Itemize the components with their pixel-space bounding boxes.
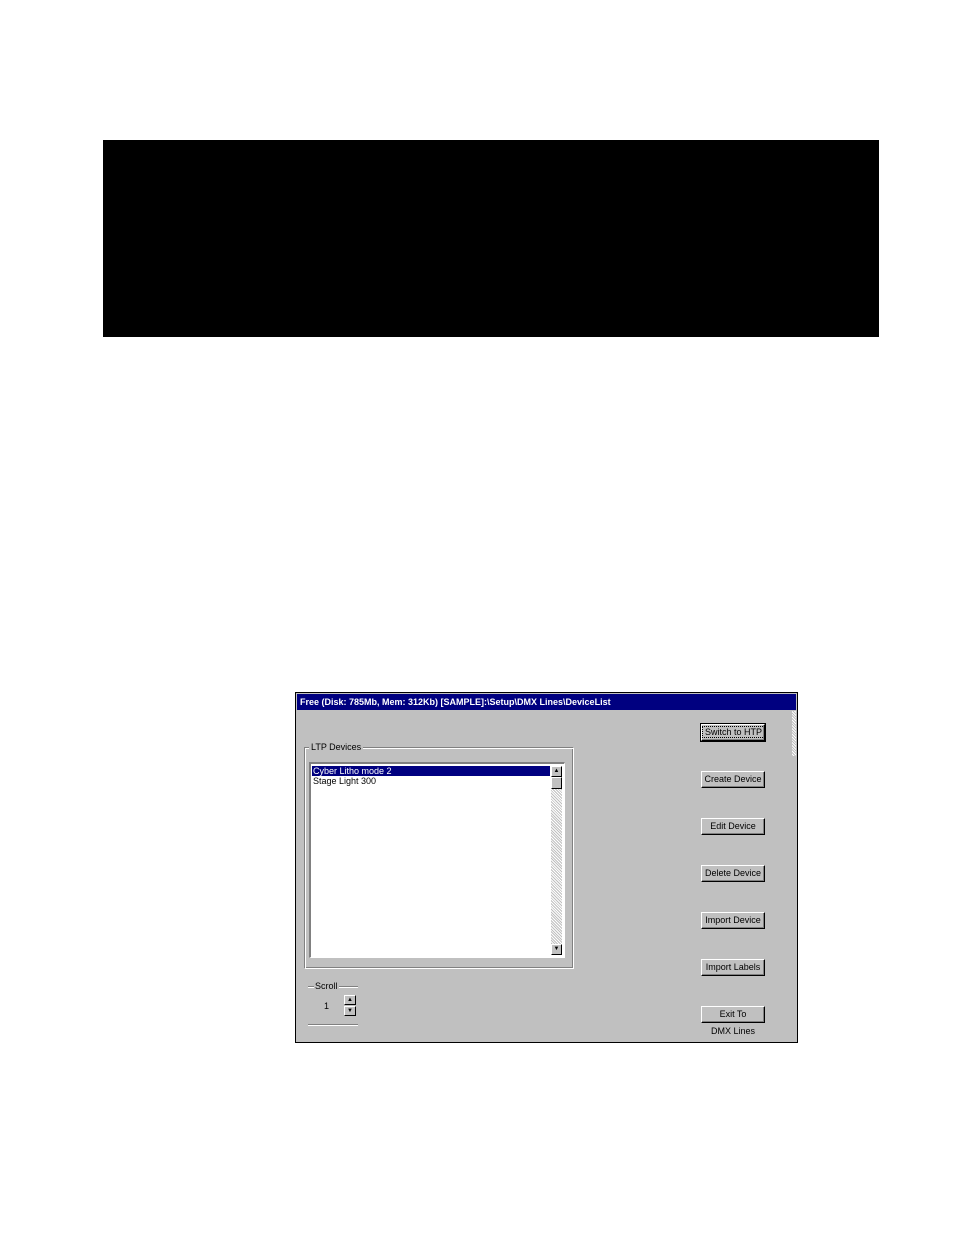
device-list-window: Free (Disk: 785Mb, Mem: 312Kb) [SAMPLE]:… <box>295 692 798 1043</box>
window-titlebar: Free (Disk: 785Mb, Mem: 312Kb) [SAMPLE]:… <box>297 694 796 710</box>
scrollbar-thumb[interactable] <box>551 777 562 789</box>
scroll-label: Scroll <box>314 981 339 991</box>
scroll-group-divider-bottom <box>308 1024 358 1026</box>
exit-to-button[interactable]: Exit To <box>701 1006 765 1023</box>
create-device-button[interactable]: Create Device <box>701 771 765 788</box>
switch-to-htp-button[interactable]: Switch to HTP <box>700 723 766 742</box>
exit-to-caption: DMX Lines <box>710 1026 755 1036</box>
edit-device-button[interactable]: Edit Device <box>701 818 765 835</box>
listbox-scrollbar[interactable]: ▲ ▼ <box>551 766 562 955</box>
delete-device-button[interactable]: Delete Device <box>701 865 765 882</box>
scroll-down-arrow-icon[interactable]: ▼ <box>551 944 562 955</box>
switch-to-htp-label: Switch to HTP <box>702 726 766 738</box>
import-device-button[interactable]: Import Device <box>701 912 765 929</box>
spin-up-arrow-icon[interactable]: ▲ <box>344 995 356 1005</box>
list-item[interactable]: Stage Light 300 <box>312 776 550 786</box>
ltp-devices-label: LTP Devices <box>309 742 364 753</box>
scroll-group: Scroll 1 ▲ ▼ <box>308 981 358 1026</box>
import-labels-button[interactable]: Import Labels <box>701 959 765 976</box>
spin-down-arrow-icon[interactable]: ▼ <box>344 1006 356 1016</box>
scroll-up-arrow-icon[interactable]: ▲ <box>551 766 562 777</box>
ltp-devices-group: LTP Devices Cyber Litho mode 2 Stage Lig… <box>304 742 574 969</box>
black-banner <box>103 140 879 337</box>
window-edge-pattern <box>792 711 796 756</box>
list-item[interactable]: Cyber Litho mode 2 <box>312 766 550 776</box>
scroll-value: 1 <box>324 1001 330 1011</box>
ltp-device-listbox[interactable]: Cyber Litho mode 2 Stage Light 300 ▲ ▼ <box>309 762 565 958</box>
